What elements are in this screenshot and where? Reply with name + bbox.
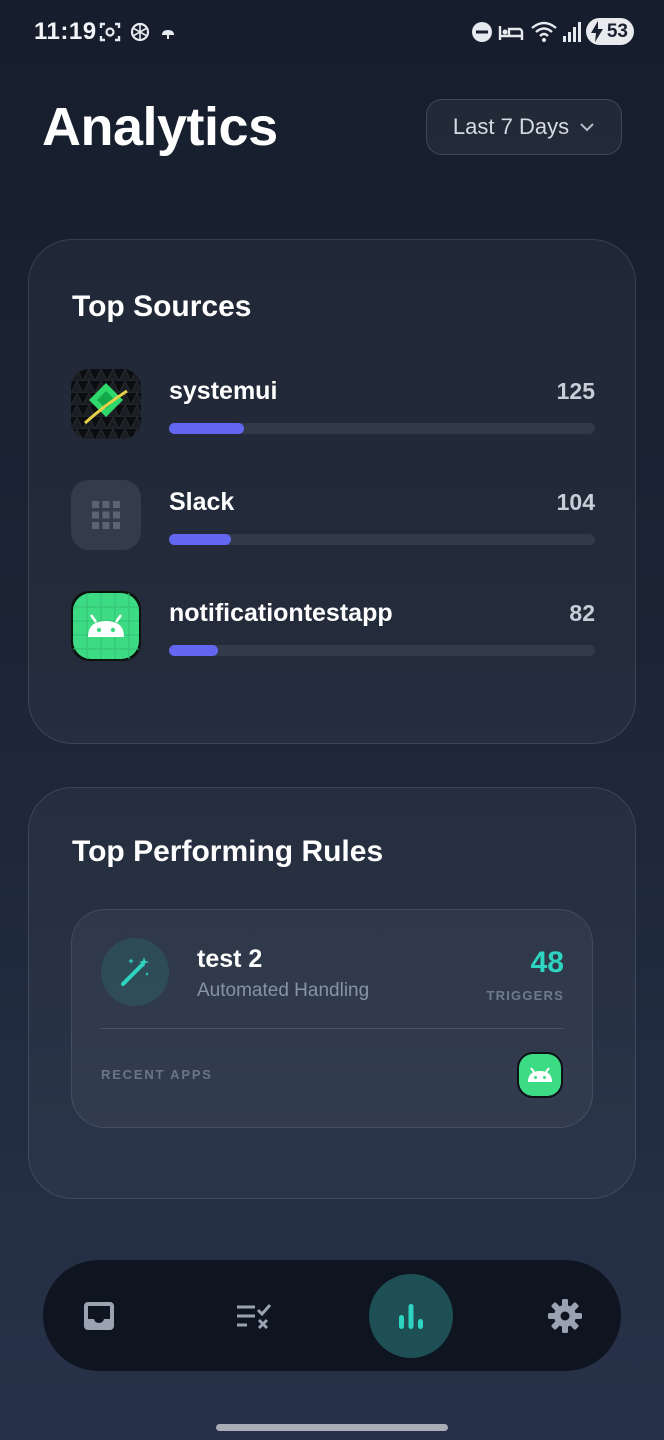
recent-apps-label: RECENT APPS	[101, 1067, 213, 1082]
home-indicator[interactable]	[216, 1424, 448, 1431]
inbox-icon	[84, 1302, 114, 1330]
source-row-systemui[interactable]: systemui 125	[71, 369, 595, 441]
wifi-icon	[531, 21, 557, 42]
status-time: 11:19	[34, 18, 97, 45]
source-name: notificationtestapp	[169, 599, 393, 627]
nav-analytics[interactable]	[369, 1274, 453, 1358]
status-bar: 11:19 53	[0, 0, 664, 64]
battery-level: 53	[606, 20, 628, 42]
cloud-icon	[162, 30, 174, 39]
source-progress-track	[169, 534, 595, 545]
rule-trigger-count: 48	[530, 946, 564, 979]
charging-icon	[591, 21, 603, 42]
magic-wand-icon	[121, 957, 149, 986]
rule-trigger-label: TRIGGERS	[486, 988, 564, 1003]
rule-subtitle: Automated Handling	[197, 980, 370, 1001]
nav-rules[interactable]	[212, 1282, 296, 1350]
signal-icon	[563, 22, 581, 42]
grid-app-icon	[71, 480, 141, 550]
page-title: Analytics	[42, 97, 278, 157]
date-range-label: Last 7 Days	[452, 114, 570, 139]
screenshot-icon	[99, 22, 121, 42]
analytics-icon	[399, 1304, 423, 1329]
source-progress-track	[169, 423, 595, 434]
source-row-notificationtestapp[interactable]: notificationtestapp 82	[71, 591, 595, 663]
openai-icon	[130, 22, 150, 42]
source-progress-fill	[169, 534, 231, 545]
systemui-app-icon	[71, 369, 141, 439]
do-not-disturb-icon	[472, 22, 492, 42]
bed-icon	[498, 26, 524, 40]
date-range-dropdown[interactable]: Last 7 Days	[426, 99, 622, 155]
source-progress-fill	[169, 645, 218, 656]
settings-icon	[548, 1299, 582, 1333]
top-rules-card: Top Performing Rules test 2 Automated Ha…	[28, 787, 636, 1199]
top-sources-title: Top Sources	[72, 290, 252, 323]
nav-settings[interactable]	[523, 1282, 607, 1350]
source-progress-fill	[169, 423, 244, 434]
source-name: systemui	[169, 377, 278, 405]
top-sources-card: Top Sources systemui 125 Slack 104 notif…	[28, 239, 636, 744]
source-name: Slack	[169, 488, 235, 516]
source-count: 82	[569, 600, 595, 626]
rule-divider	[101, 1028, 564, 1029]
battery-indicator: 53	[586, 18, 634, 45]
rule-card[interactable]: test 2 Automated Handling 48 TRIGGERS RE…	[71, 909, 593, 1128]
nav-inbox[interactable]	[57, 1282, 141, 1350]
source-progress-track	[169, 645, 595, 656]
rule-name: test 2	[197, 945, 263, 973]
source-count: 104	[556, 489, 595, 515]
rules-icon	[237, 1304, 272, 1330]
android-app-icon	[517, 1052, 563, 1098]
rule-icon-badge	[101, 938, 169, 1006]
source-count: 125	[556, 378, 595, 404]
bottom-nav	[43, 1260, 621, 1371]
android-app-icon	[71, 591, 141, 661]
top-rules-title: Top Performing Rules	[72, 835, 384, 868]
source-row-slack[interactable]: Slack 104	[71, 480, 595, 552]
chevron-down-icon	[580, 123, 594, 132]
